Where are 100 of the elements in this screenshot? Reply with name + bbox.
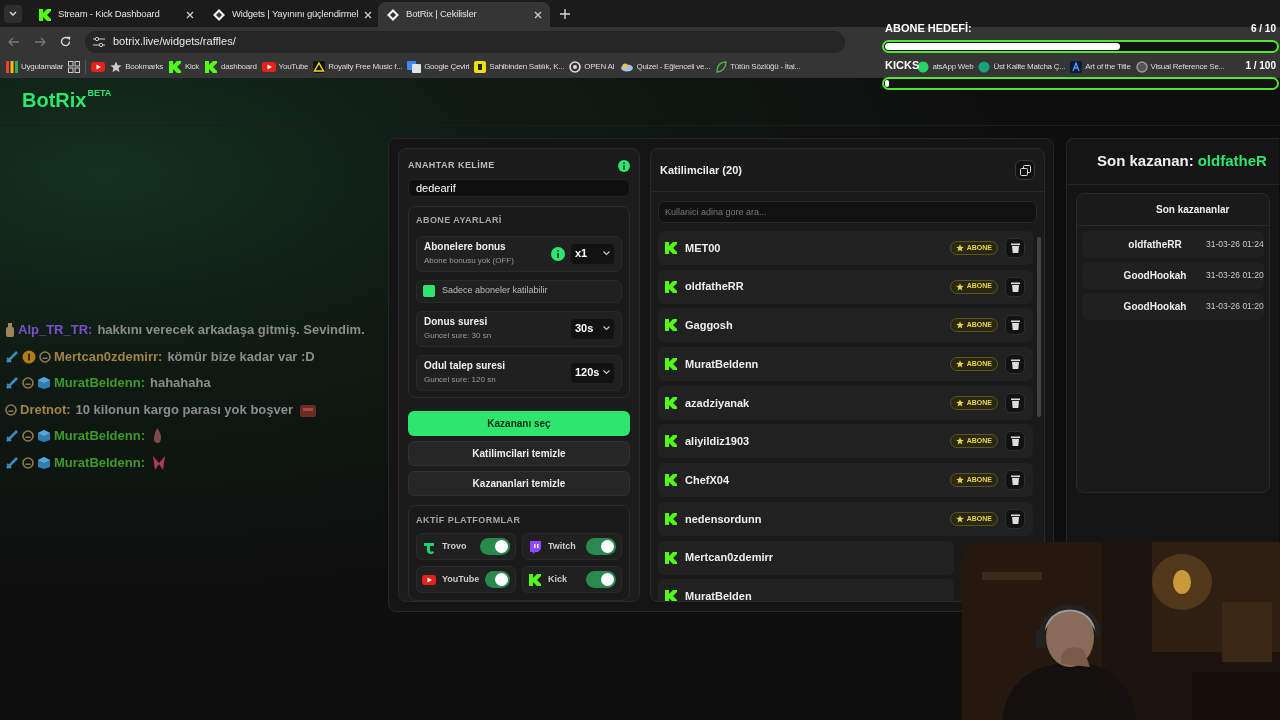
- setting-hint: Guncel sure: 120 sn: [424, 374, 497, 385]
- checkbox[interactable]: [423, 285, 435, 297]
- clear-button[interactable]: Kazananlari temizle: [408, 470, 630, 496]
- section-label: AKTİF PLATFORMLAR: [416, 513, 522, 527]
- bookmark[interactable]: [91, 62, 106, 72]
- bookmark[interactable]: Visual Reference Se...: [1135, 61, 1225, 73]
- trash-icon: [1010, 475, 1020, 486]
- value-select[interactable]: 30s: [571, 318, 614, 339]
- smiley-badge-icon: [5, 403, 17, 416]
- bookmark[interactable]: Quizei - Eğlenceli ve...: [619, 61, 711, 73]
- cube-badge-icon: [37, 429, 51, 443]
- kick-logo-icon: [528, 572, 542, 587]
- table-cell: 31-03-26 01:24: [1206, 238, 1264, 251]
- reload-icon: [60, 36, 71, 47]
- browser-tab[interactable]: BotRix | Cekilisler: [378, 2, 550, 27]
- trash-icon: [1010, 243, 1020, 253]
- bookmark[interactable]: Google Çeviri: [407, 61, 470, 73]
- kick-logo-icon: [664, 318, 678, 333]
- bookmark[interactable]: Royalty Free Music f...: [313, 61, 403, 73]
- toggle-switch[interactable]: [485, 571, 510, 588]
- checkbox-row[interactable]: Sadece aboneler katilabilir: [416, 279, 622, 303]
- winner-label: Son kazanan:: [1097, 151, 1194, 172]
- sword-badge-icon: [5, 455, 19, 470]
- browser-tab[interactable]: Stream - Kick Dashboard: [30, 2, 202, 27]
- kick-logo-icon: [664, 589, 678, 601]
- toggle-switch[interactable]: [586, 571, 616, 588]
- panel-title: Katilimcilar (20): [660, 162, 742, 178]
- cube-badge-icon: [37, 455, 51, 470]
- smiley-badge-icon: [22, 456, 34, 469]
- browser-tab[interactable]: Widgets | Yayınını güçlendirmel: [204, 2, 376, 27]
- delete-button[interactable]: [1005, 392, 1025, 413]
- bookmark[interactable]: Üst Kalite Matcha Ç...: [978, 61, 1066, 73]
- round-icon: [978, 61, 991, 73]
- bookmark[interactable]: dashboard: [204, 60, 257, 74]
- delete-button[interactable]: [1005, 276, 1025, 297]
- delete-button[interactable]: [1005, 508, 1025, 529]
- back-arrow-icon: [8, 36, 20, 47]
- tab-list-button[interactable]: [4, 5, 22, 23]
- setting-title: Odul talep suresi: [424, 360, 507, 373]
- pick-winner-button[interactable]: Kazananı seç: [408, 410, 630, 436]
- bookmark[interactable]: OPEN AI: [569, 61, 615, 73]
- platform-name: Kick: [548, 572, 568, 586]
- participant-name: MuratBelden: [685, 588, 753, 601]
- value-select[interactable]: x1: [571, 243, 614, 264]
- bookmark[interactable]: Tütün Sözlüğü - İtal...: [715, 61, 801, 73]
- chevron-down-icon: [9, 11, 17, 17]
- star-icon: [955, 360, 964, 369]
- participant-name: azadziyanak: [685, 395, 751, 411]
- knot-icon: [569, 61, 582, 73]
- delete-button[interactable]: [1005, 354, 1025, 375]
- delete-button[interactable]: [1005, 315, 1025, 336]
- toggle-switch[interactable]: [480, 538, 510, 555]
- bookmark[interactable]: Sahibinden Satılık, K...: [474, 61, 565, 73]
- bookmark[interactable]: YouTube: [261, 61, 309, 73]
- delete-button[interactable]: [1005, 238, 1025, 258]
- goal-title: ABONE HEDEFİ:: [885, 20, 972, 36]
- bookmark[interactable]: Uygulamalar: [6, 61, 64, 73]
- address-bar[interactable]: botrix.live/widgets/raffles/: [85, 30, 845, 53]
- copy-button[interactable]: [1015, 160, 1035, 180]
- goal-title: KICKS: [885, 57, 920, 73]
- bookmark[interactable]: [68, 61, 81, 73]
- kick-logo-icon: [38, 7, 52, 22]
- kick-logo-icon: [664, 473, 678, 488]
- clear-button[interactable]: Katilimcilari temizle: [408, 440, 630, 466]
- sword-badge-icon: [5, 429, 19, 443]
- cloud-icon: [619, 62, 634, 72]
- tab-title: Stream - Kick Dashboard: [58, 7, 161, 22]
- trash-icon: [1010, 359, 1020, 370]
- keyword-field[interactable]: dedearif: [408, 178, 630, 197]
- url-text: botrix.live/widgets/raffles/: [113, 34, 236, 50]
- star-icon: [955, 282, 964, 291]
- bookmark[interactable]: Art of the Title: [1070, 61, 1131, 73]
- value-select[interactable]: 120s: [571, 362, 614, 383]
- smiley-badge-icon: [39, 350, 51, 363]
- emote-icon: [300, 402, 317, 417]
- close-icon: [534, 10, 542, 19]
- chat-message: 10 kilonun kargo parası yok boşver: [75, 400, 294, 419]
- bookmark[interactable]: Bookmarks: [110, 61, 163, 73]
- ring-icon: [1135, 61, 1148, 73]
- platform-name: Trovo: [442, 539, 468, 553]
- participant-name: MET00: [685, 240, 722, 256]
- leaf-icon: [715, 61, 728, 73]
- site-settings-icon: [93, 36, 105, 47]
- star-icon: [955, 476, 964, 485]
- bookmark[interactable]: Kick: [167, 60, 200, 74]
- chat-username: MuratBeldenn:: [54, 453, 145, 472]
- delete-button[interactable]: [1005, 470, 1025, 491]
- participant-row[interactable]: Mertcan0zdemirr: [658, 540, 954, 575]
- diamond-icon: [212, 7, 226, 22]
- table-cell: 31-03-26 01:20: [1206, 269, 1264, 282]
- participant-row[interactable]: MuratBelden: [658, 579, 954, 601]
- delete-button[interactable]: [1005, 431, 1025, 452]
- star-icon: [955, 398, 964, 407]
- search-field[interactable]: Kullanici adina gore ara...: [658, 201, 1037, 223]
- participant-name: Mertcan0zdemirr: [685, 550, 775, 566]
- sword-badge-icon: [5, 376, 19, 390]
- chat-message: kömür bize kadar var :D: [167, 347, 315, 366]
- grid-icon: [68, 61, 81, 73]
- setting-hint: Abone bonusu yok (OFF): [424, 255, 515, 266]
- toggle-switch[interactable]: [586, 538, 616, 555]
